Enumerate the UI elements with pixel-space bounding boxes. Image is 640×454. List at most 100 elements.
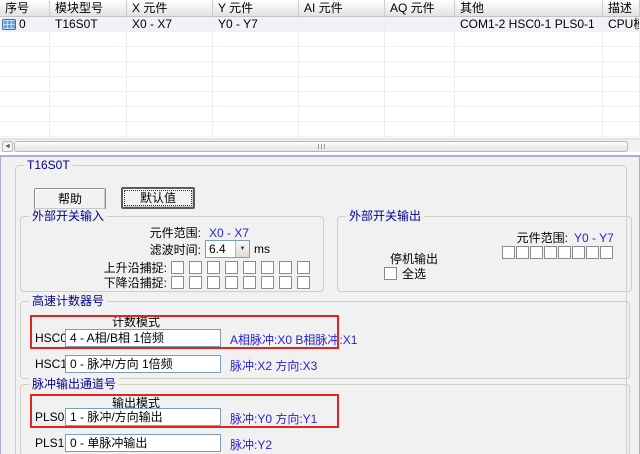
empty-cell bbox=[603, 92, 640, 107]
empty-cell bbox=[603, 62, 640, 77]
chevron-down-icon[interactable]: ▼ bbox=[235, 241, 249, 257]
output-range-value: Y0 - Y7 bbox=[574, 231, 614, 245]
pls0-mode-input[interactable]: 1 - 脉冲/方向输出 bbox=[65, 408, 221, 426]
empty-cell bbox=[213, 62, 299, 77]
checkbox[interactable] bbox=[225, 276, 238, 289]
checkbox[interactable] bbox=[261, 261, 274, 274]
rising-edge-checkboxes bbox=[171, 261, 315, 274]
checkbox[interactable] bbox=[207, 261, 220, 274]
checkbox[interactable] bbox=[516, 246, 529, 259]
checkbox[interactable] bbox=[189, 276, 202, 289]
table-header-row: 序号 模块型号 X 元件 Y 元件 AI 元件 AQ 元件 其他 描述 bbox=[0, 0, 640, 17]
pls1-mode-input[interactable]: 0 - 单脉冲输出 bbox=[65, 434, 221, 452]
config-panel: T16S0T 帮助 默认值 外部开关输入 元件范围: X0 - X7 滤波时间:… bbox=[0, 155, 640, 454]
scrollbar-grip-icon bbox=[318, 144, 319, 149]
empty-cell bbox=[213, 92, 299, 107]
empty-cell bbox=[385, 92, 455, 107]
default-values-button[interactable]: 默认值 bbox=[121, 187, 195, 209]
empty-cell bbox=[299, 122, 385, 137]
external-output-groupbox: 外部开关输出 元件范围: Y0 - Y7 停机输出 全选 bbox=[337, 216, 632, 292]
col-header-x[interactable]: X 元件 bbox=[127, 0, 213, 17]
pls0-label: PLS0 bbox=[35, 410, 64, 424]
empty-cell bbox=[299, 77, 385, 92]
filter-time-combobox[interactable]: 6.4 ▼ bbox=[205, 240, 250, 258]
checkbox[interactable] bbox=[243, 276, 256, 289]
scrollbar-grip-icon bbox=[324, 144, 325, 149]
cell-aq bbox=[385, 17, 455, 32]
checkbox[interactable] bbox=[297, 276, 310, 289]
checkbox[interactable] bbox=[171, 261, 184, 274]
input-range-value: X0 - X7 bbox=[209, 226, 249, 240]
pls1-label: PLS1 bbox=[35, 436, 64, 450]
col-header-ai[interactable]: AI 元件 bbox=[299, 0, 385, 17]
empty-cell bbox=[385, 107, 455, 122]
empty-cell bbox=[385, 62, 455, 77]
hsc0-mode-input[interactable]: 4 - A相/B相 1倍频 bbox=[65, 329, 221, 347]
table-empty-row[interactable] bbox=[0, 107, 640, 122]
empty-cell bbox=[213, 122, 299, 137]
hsc1-mode-input[interactable]: 0 - 脉冲/方向 1倍频 bbox=[65, 355, 221, 373]
table-empty-row[interactable] bbox=[0, 32, 640, 47]
empty-cell bbox=[127, 47, 213, 62]
pls0-mapping: 脉冲:Y0 方向:Y1 bbox=[230, 410, 317, 427]
empty-cell bbox=[127, 32, 213, 47]
scroll-left-arrow-icon[interactable]: ◄ bbox=[2, 141, 13, 152]
empty-cell bbox=[385, 122, 455, 137]
falling-edge-checkboxes bbox=[171, 276, 315, 289]
checkbox[interactable] bbox=[279, 276, 292, 289]
col-header-desc[interactable]: 描述 bbox=[603, 0, 640, 17]
table-empty-row[interactable] bbox=[0, 122, 640, 137]
checkbox[interactable] bbox=[586, 246, 599, 259]
pls-title: 脉冲输出通道号 bbox=[29, 377, 119, 391]
empty-cell bbox=[385, 32, 455, 47]
empty-cell bbox=[50, 32, 127, 47]
col-header-index[interactable]: 序号 bbox=[0, 0, 50, 17]
col-header-model[interactable]: 模块型号 bbox=[50, 0, 127, 17]
cell-model: T16S0T bbox=[50, 17, 127, 32]
col-header-other[interactable]: 其他 bbox=[455, 0, 603, 17]
empty-cell bbox=[127, 62, 213, 77]
checkbox[interactable] bbox=[189, 261, 202, 274]
empty-cell bbox=[603, 122, 640, 137]
checkbox[interactable] bbox=[207, 276, 220, 289]
checkbox[interactable] bbox=[243, 261, 256, 274]
checkbox[interactable] bbox=[297, 261, 310, 274]
checkbox[interactable] bbox=[261, 276, 274, 289]
empty-cell bbox=[603, 32, 640, 47]
help-button[interactable]: 帮助 bbox=[34, 188, 106, 210]
col-header-aq[interactable]: AQ 元件 bbox=[385, 0, 455, 17]
external-input-groupbox: 外部开关输入 元件范围: X0 - X7 滤波时间: 6.4 ▼ ms 上升沿捕… bbox=[20, 216, 324, 292]
falling-edge-label: 下降沿捕捉: bbox=[21, 274, 167, 291]
table-body: 0 T16S0T X0 - X7 Y0 - Y7 COM1-2 HSC0-1 P… bbox=[0, 17, 640, 152]
cell-index: 0 bbox=[0, 17, 50, 32]
checkbox[interactable] bbox=[171, 276, 184, 289]
select-all-checkbox[interactable] bbox=[384, 267, 397, 280]
col-header-y[interactable]: Y 元件 bbox=[213, 0, 299, 17]
checkbox[interactable] bbox=[502, 246, 515, 259]
checkbox[interactable] bbox=[600, 246, 613, 259]
checkbox[interactable] bbox=[572, 246, 585, 259]
table-empty-row[interactable] bbox=[0, 77, 640, 92]
scrollbar-thumb[interactable] bbox=[14, 141, 628, 152]
empty-cell bbox=[50, 47, 127, 62]
table-empty-row[interactable] bbox=[0, 92, 640, 107]
hsc-title: 高速计数器号 bbox=[29, 294, 107, 308]
checkbox[interactable] bbox=[544, 246, 557, 259]
empty-cell bbox=[0, 107, 50, 122]
empty-cell bbox=[603, 107, 640, 122]
external-input-title: 外部开关输入 bbox=[29, 209, 107, 223]
hsc0-mapping: A相脉冲:X0 B相脉冲:X1 bbox=[230, 331, 357, 348]
empty-cell bbox=[127, 92, 213, 107]
default-values-label: 默认值 bbox=[140, 191, 176, 205]
module-groupbox-title: T16S0T bbox=[24, 158, 73, 172]
empty-cell bbox=[455, 92, 603, 107]
table-row-module-0[interactable]: 0 T16S0T X0 - X7 Y0 - Y7 COM1-2 HSC0-1 P… bbox=[0, 17, 640, 32]
checkbox[interactable] bbox=[558, 246, 571, 259]
checkbox[interactable] bbox=[530, 246, 543, 259]
checkbox[interactable] bbox=[279, 261, 292, 274]
table-empty-row[interactable] bbox=[0, 62, 640, 77]
empty-cell bbox=[50, 62, 127, 77]
checkbox[interactable] bbox=[225, 261, 238, 274]
horizontal-scrollbar[interactable]: ◄ bbox=[0, 139, 640, 152]
table-empty-row[interactable] bbox=[0, 47, 640, 62]
